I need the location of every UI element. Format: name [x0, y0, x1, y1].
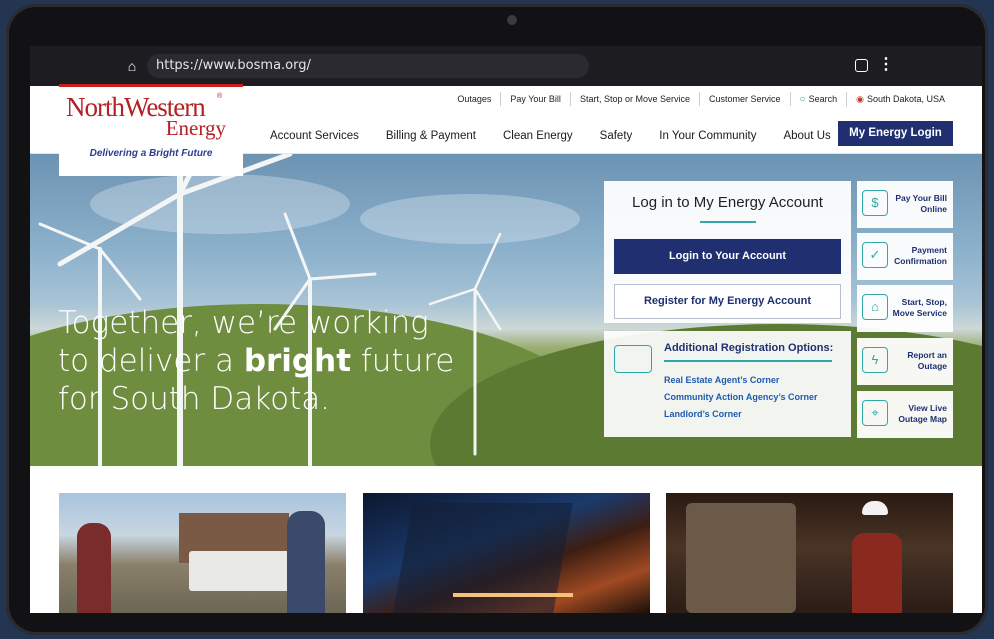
search-icon: ○: [799, 93, 806, 105]
link-real-estate-agent[interactable]: Real Estate Agent’s Corner: [664, 375, 779, 385]
person: [77, 523, 111, 613]
link-community-action-agency[interactable]: Community Action Agency’s Corner: [664, 392, 818, 402]
registration-underline: [664, 360, 832, 362]
photo-line-workers[interactable]: [59, 493, 346, 613]
map-pin-icon: ⌖: [862, 400, 888, 426]
nav-account-services[interactable]: Account Services: [270, 130, 359, 142]
main-nav: Account Services Billing & Payment Clean…: [270, 124, 858, 148]
utility-link-outages[interactable]: Outages: [448, 92, 502, 106]
my-energy-login-button[interactable]: My Energy Login: [838, 121, 953, 146]
tile-start-stop-move[interactable]: ⌂ Start, Stop, Move Service: [857, 285, 953, 332]
hero-line-2-post: future: [351, 343, 455, 379]
person: [287, 511, 325, 613]
monitor-check-icon: ✓: [862, 242, 888, 268]
utility-link-pay-bill[interactable]: Pay Your Bill: [501, 92, 571, 106]
machinery: [686, 503, 796, 613]
tile-pay-bill[interactable]: $ Pay Your Bill Online: [857, 181, 953, 228]
home-icon[interactable]: ⌂: [124, 58, 140, 74]
location-label: South Dakota, USA: [866, 94, 945, 104]
logo-tagline: Delivering a Bright Future: [89, 148, 213, 159]
tile-payment-confirmation[interactable]: ✓ Payment Confirmation: [857, 233, 953, 280]
utility-nav: Outages Pay Your Bill Start, Stop or Mov…: [448, 90, 954, 108]
tile-report-outage-label: Report an Outage: [907, 350, 947, 371]
tile-start-stop-move-label: Start, Stop, Move Service: [892, 297, 947, 318]
hard-hat: [862, 501, 888, 515]
hero-line-3: for South Dakota.: [58, 381, 331, 417]
menu-icon[interactable]: ⋮: [878, 56, 894, 74]
id-card-icon: [614, 345, 652, 373]
nav-community[interactable]: In Your Community: [659, 130, 756, 142]
photo-plant-worker[interactable]: [666, 493, 953, 613]
northwestern-logo[interactable]: NorthWestern ® Energy Delivering a Brigh…: [59, 84, 243, 176]
lightning-icon: ϟ: [862, 347, 888, 373]
house-gear-icon: ⌂: [862, 294, 888, 320]
login-card-title: Log in to My Energy Account: [632, 194, 823, 211]
login-card: Log in to My Energy Account Login to You…: [604, 181, 851, 323]
bill-icon: $: [862, 190, 888, 216]
tile-payment-confirmation-label: Payment Confirmation: [894, 245, 947, 266]
light-strip: [453, 593, 573, 597]
logo-energy: Energy: [165, 116, 226, 140]
location-pin-icon: ◉: [856, 94, 864, 104]
title-underline: [700, 221, 756, 223]
camera-dot: [507, 15, 517, 25]
hero-headline: Together, we’re working to deliver a bri…: [58, 304, 558, 418]
tile-report-outage[interactable]: ϟ Report an Outage: [857, 338, 953, 385]
person: [852, 533, 902, 613]
photo-headquarters-building[interactable]: [363, 493, 650, 613]
tile-outage-map-label: View Live Outage Map: [898, 403, 947, 424]
nav-about-us[interactable]: About Us: [783, 130, 830, 142]
link-landlord[interactable]: Landlord’s Corner: [664, 409, 742, 419]
tabs-icon[interactable]: [855, 59, 868, 72]
screen: ⌂ https://www.bosma.org/ ⋮ Outages Pay Y…: [30, 46, 982, 613]
nav-billing-payment[interactable]: Billing & Payment: [386, 130, 476, 142]
search-label: Search: [808, 93, 838, 104]
nav-clean-energy[interactable]: Clean Energy: [503, 130, 573, 142]
register-account-button[interactable]: Register for My Energy Account: [614, 284, 841, 319]
hero-line-2-bold: bright: [243, 343, 352, 379]
utility-link-start-stop[interactable]: Start, Stop or Move Service: [571, 92, 700, 106]
search-link[interactable]: ○ Search: [791, 91, 848, 107]
login-to-account-button[interactable]: Login to Your Account: [614, 239, 841, 274]
hero-line-2-pre: to deliver a: [58, 343, 244, 379]
tile-pay-bill-label: Pay Your Bill Online: [895, 193, 947, 214]
registration-options-card: Additional Registration Options: Real Es…: [604, 331, 851, 437]
hero-line-2: to deliver a bright future: [58, 342, 558, 380]
address-bar[interactable]: https://www.bosma.org/: [147, 54, 589, 78]
browser-toolbar: ⌂ https://www.bosma.org/ ⋮: [30, 46, 982, 86]
logo-registered-mark: ®: [217, 93, 223, 100]
registration-title: Additional Registration Options:: [664, 342, 834, 354]
tile-outage-map[interactable]: ⌖ View Live Outage Map: [857, 391, 953, 438]
nav-safety[interactable]: Safety: [600, 130, 633, 142]
utility-link-customer-service[interactable]: Customer Service: [700, 92, 791, 106]
hero-line-1: Together, we’re working: [58, 305, 429, 341]
location-selector[interactable]: ◉ South Dakota, USA: [847, 92, 954, 106]
